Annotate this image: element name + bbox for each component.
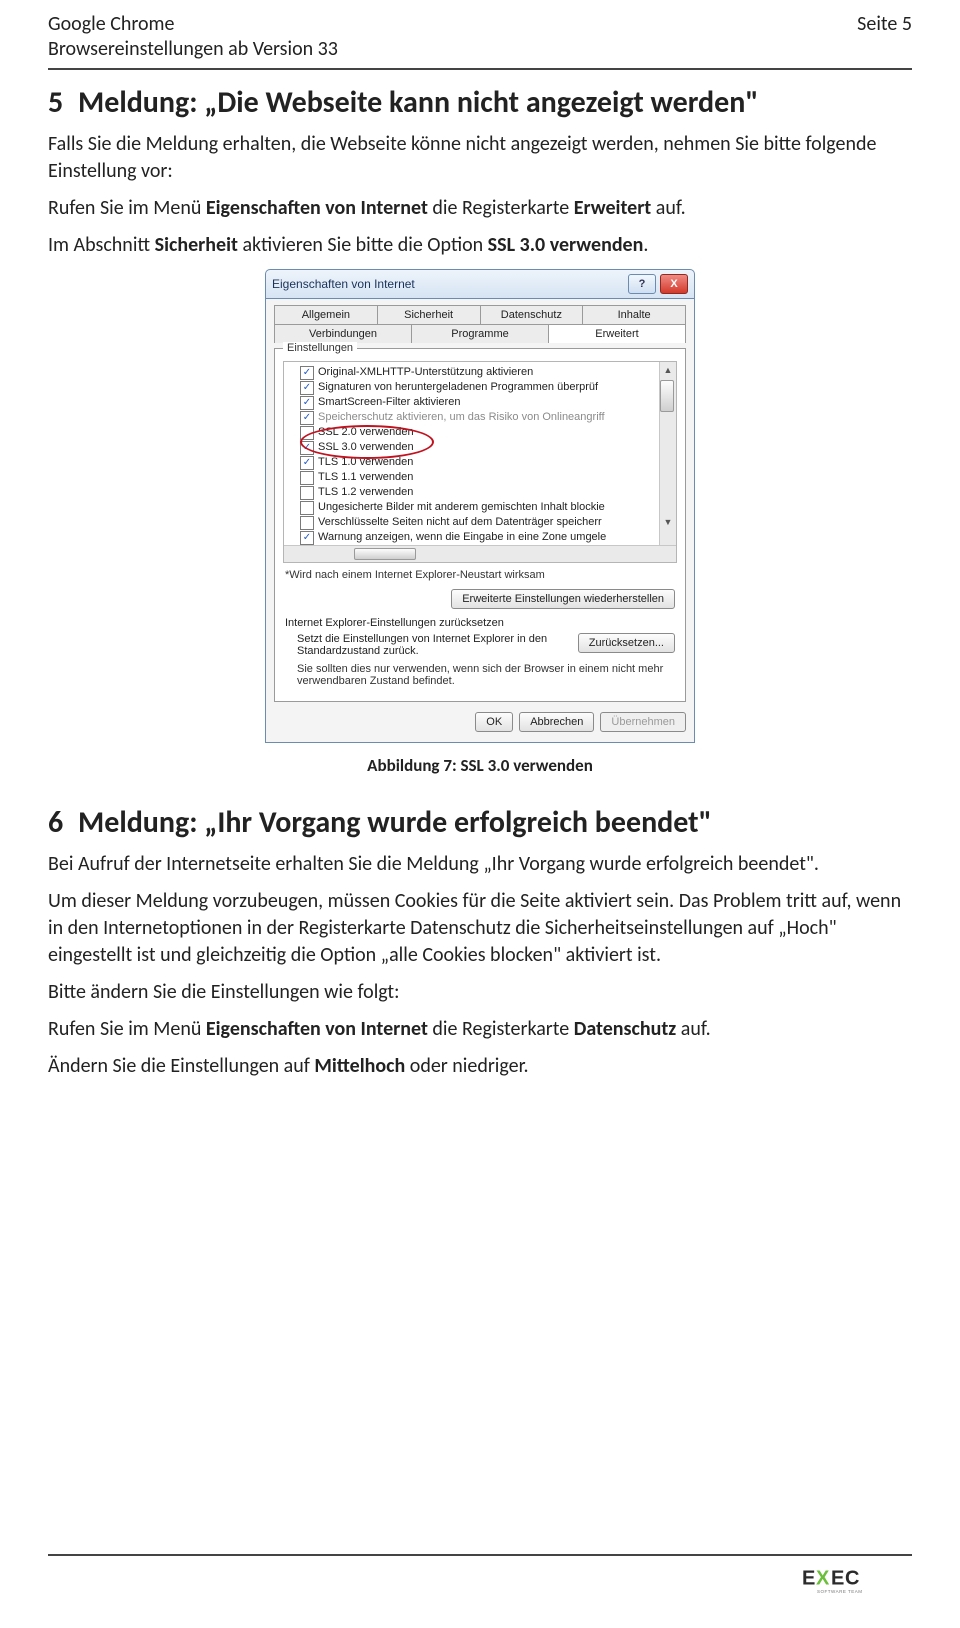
reset-button[interactable]: Zurücksetzen... xyxy=(578,633,675,653)
header-subtitle: Browsereinstellungen ab Version 33 xyxy=(48,37,338,62)
dialog-figure: Eigenschaften von Internet ? X Allgemein… xyxy=(48,269,912,743)
settings-item-label: SSL 3.0 verwenden xyxy=(318,440,414,455)
reset-text: Setzt die Einstellungen von Internet Exp… xyxy=(297,633,570,657)
settings-item[interactable]: Warnung anzeigen, wenn die Eingabe in ei… xyxy=(286,530,674,545)
scroll-thumb[interactable] xyxy=(660,380,674,412)
page-footer: E X E C SOFTWARE TEAM xyxy=(48,1554,912,1602)
settings-item[interactable]: Speicherschutz aktivieren, um das Risiko… xyxy=(286,410,674,425)
svg-text:SOFTWARE TEAM: SOFTWARE TEAM xyxy=(817,1589,863,1594)
settings-item[interactable]: TLS 1.0 verwenden xyxy=(286,455,674,470)
apply-button[interactable]: Übernehmen xyxy=(600,712,686,732)
settings-item-label: Original-XMLHTTP-Unterstützung aktiviere… xyxy=(318,365,533,380)
s6-p1: Bei Aufruf der Internetseite erhalten Si… xyxy=(48,851,912,878)
checkbox-icon[interactable] xyxy=(300,471,314,485)
svg-text:X: X xyxy=(816,1568,830,1590)
settings-item[interactable]: SSL 2.0 verwenden xyxy=(286,425,674,440)
checkbox-icon[interactable] xyxy=(300,441,314,455)
checkbox-icon[interactable] xyxy=(300,531,314,545)
checkbox-icon[interactable] xyxy=(300,381,314,395)
settings-list[interactable]: Original-XMLHTTP-Unterstützung aktiviere… xyxy=(283,361,677,563)
cancel-button[interactable]: Abbrechen xyxy=(519,712,594,732)
s6-p5: Ändern Sie die Einstellungen auf Mittelh… xyxy=(48,1053,912,1080)
section-5-heading: 5Meldung: „Die Webseite kann nicht angez… xyxy=(48,84,912,121)
section-6-heading: 6Meldung: „Ihr Vorgang wurde erfolgreich… xyxy=(48,804,912,841)
tab-datenschutz[interactable]: Datenschutz xyxy=(480,305,584,324)
settings-item-label: TLS 1.2 verwenden xyxy=(318,485,413,500)
settings-item-label: SSL 2.0 verwenden xyxy=(318,425,414,440)
s5-p3: Im Abschnitt Sicherheit aktivieren Sie b… xyxy=(48,232,912,259)
settings-item-label: Speicherschutz aktivieren, um das Risiko… xyxy=(318,410,605,425)
internet-properties-dialog: Eigenschaften von Internet ? X Allgemein… xyxy=(265,269,695,743)
checkbox-icon[interactable] xyxy=(300,366,314,380)
scroll-up-icon[interactable]: ▲ xyxy=(660,362,676,378)
settings-item[interactable]: TLS 1.1 verwenden xyxy=(286,470,674,485)
checkbox-icon[interactable] xyxy=(300,426,314,440)
settings-item[interactable]: Original-XMLHTTP-Unterstützung aktiviere… xyxy=(286,365,674,380)
checkbox-icon[interactable] xyxy=(300,486,314,500)
dialog-title: Eigenschaften von Internet xyxy=(272,277,415,291)
settings-item[interactable]: Signaturen von heruntergeladenen Program… xyxy=(286,380,674,395)
s6-p3: Bitte ändern Sie die Einstellungen wie f… xyxy=(48,979,912,1006)
s5-p1: Falls Sie die Meldung erhalten, die Webs… xyxy=(48,131,912,185)
footer-rule xyxy=(48,1554,912,1556)
s6-p2: Um dieser Meldung vorzubeugen, müssen Co… xyxy=(48,888,912,969)
tab-programme[interactable]: Programme xyxy=(411,324,549,343)
settings-item-label: Verschlüsselte Seiten nicht auf dem Date… xyxy=(318,515,602,530)
settings-item-label: TLS 1.0 verwenden xyxy=(318,455,413,470)
settings-item-label: Warnung anzeigen, wenn die Eingabe in ei… xyxy=(318,530,606,545)
scroll-down-icon[interactable]: ▼ xyxy=(660,514,676,530)
header-rule xyxy=(48,68,912,70)
dialog-tabs: Allgemein Sicherheit Datenschutz Inhalte… xyxy=(274,305,686,343)
reset-note: Sie sollten dies nur verwenden, wenn sic… xyxy=(297,663,675,687)
settings-item[interactable]: SSL 3.0 verwenden xyxy=(286,440,674,455)
exec-logo: E X E C SOFTWARE TEAM xyxy=(48,1564,912,1602)
dialog-titlebar: Eigenschaften von Internet ? X xyxy=(265,269,695,298)
header-title: Google Chrome xyxy=(48,12,338,37)
settings-item-label: SmartScreen-Filter aktivieren xyxy=(318,395,460,410)
tab-inhalte[interactable]: Inhalte xyxy=(582,305,686,324)
s6-p4: Rufen Sie im Menü Eigenschaften von Inte… xyxy=(48,1016,912,1043)
figure-caption: Abbildung 7: SSL 3.0 verwenden xyxy=(48,755,912,776)
restart-note: *Wird nach einem Internet Explorer-Neust… xyxy=(285,569,675,581)
settings-group-label: Einstellungen xyxy=(283,342,357,354)
page-header: Google Chrome Browsereinstellungen ab Ve… xyxy=(48,12,912,62)
reset-section-title: Internet Explorer-Einstellungen zurückse… xyxy=(285,617,675,629)
tab-allgemein[interactable]: Allgemein xyxy=(274,305,378,324)
tab-sicherheit[interactable]: Sicherheit xyxy=(377,305,481,324)
horizontal-scrollbar[interactable] xyxy=(284,545,676,562)
ok-button[interactable]: OK xyxy=(475,712,513,732)
restore-defaults-button[interactable]: Erweiterte Einstellungen wiederherstelle… xyxy=(451,589,675,609)
hscroll-thumb[interactable] xyxy=(354,548,416,560)
settings-item-label: Signaturen von heruntergeladenen Program… xyxy=(318,380,598,395)
settings-item[interactable]: Verschlüsselte Seiten nicht auf dem Date… xyxy=(286,515,674,530)
help-button[interactable]: ? xyxy=(628,274,656,294)
svg-text:C: C xyxy=(845,1568,859,1590)
tab-erweitert[interactable]: Erweitert xyxy=(548,324,686,343)
checkbox-icon[interactable] xyxy=(300,501,314,515)
page-number: Seite 5 xyxy=(857,12,912,62)
settings-item[interactable]: Ungesicherte Bilder mit anderem gemischt… xyxy=(286,500,674,515)
settings-item-label: TLS 1.1 verwenden xyxy=(318,470,413,485)
checkbox-icon[interactable] xyxy=(300,396,314,410)
settings-item-label: Ungesicherte Bilder mit anderem gemischt… xyxy=(318,500,605,515)
svg-text:E: E xyxy=(802,1568,815,1590)
tab-verbindungen[interactable]: Verbindungen xyxy=(274,324,412,343)
checkbox-icon[interactable] xyxy=(300,456,314,470)
checkbox-icon[interactable] xyxy=(300,516,314,530)
checkbox-icon[interactable] xyxy=(300,411,314,425)
settings-item[interactable]: SmartScreen-Filter aktivieren xyxy=(286,395,674,410)
settings-group: Einstellungen Original-XMLHTTP-Unterstüt… xyxy=(274,348,686,702)
close-button[interactable]: X xyxy=(660,274,688,294)
dialog-footer: OK Abbrechen Übernehmen xyxy=(274,712,686,732)
svg-text:E: E xyxy=(831,1568,844,1590)
s5-p2: Rufen Sie im Menü Eigenschaften von Inte… xyxy=(48,195,912,222)
settings-item[interactable]: TLS 1.2 verwenden xyxy=(286,485,674,500)
vertical-scrollbar[interactable]: ▲ ▼ xyxy=(659,362,676,546)
